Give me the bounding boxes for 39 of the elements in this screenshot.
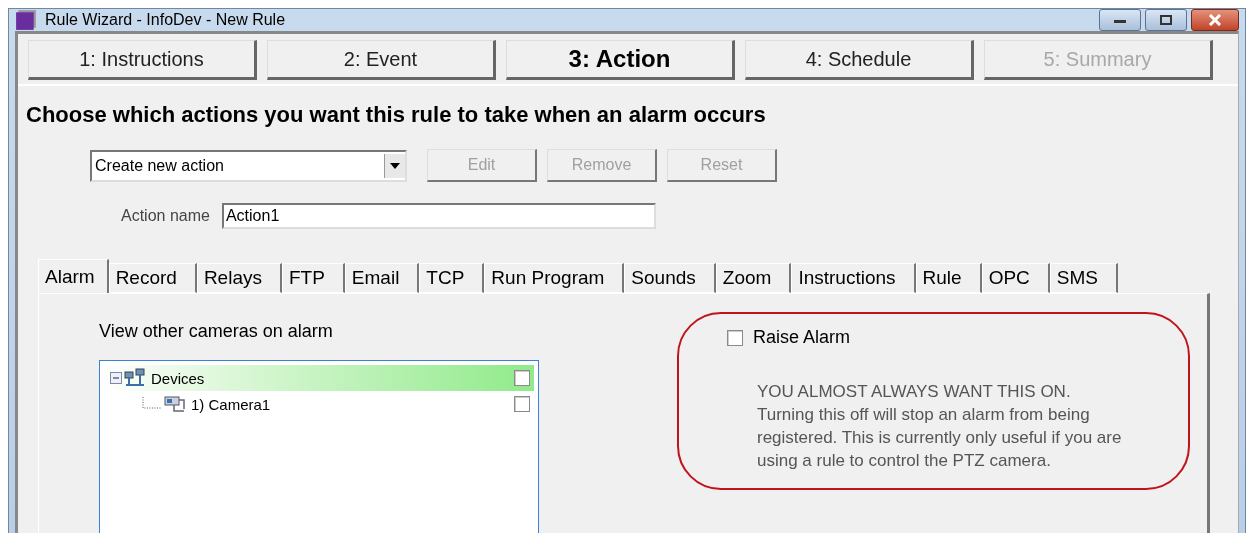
tab[interactable]: Rule (915, 263, 982, 293)
action-name-field[interactable]: Action1 (221, 203, 656, 229)
minimize-button[interactable] (1099, 9, 1141, 31)
tab[interactable]: Instructions (791, 263, 916, 293)
note-title: YOU ALMOST ALWAYS WANT THIS ON. (757, 381, 1072, 403)
window-title: Rule Wizard - InfoDev - New Rule (45, 11, 286, 29)
tab[interactable]: OPC (981, 263, 1050, 293)
tab[interactable]: TCP (419, 263, 485, 293)
camera-icon (164, 395, 186, 413)
dropdown-arrow-icon (390, 162, 400, 169)
network-icon (124, 368, 146, 388)
note-text: Turning this off will stop an alarm from being registered. This is currently only useful if you are using a rule to control the PTZ camera. (757, 404, 1123, 472)
checkbox[interactable] (514, 370, 530, 386)
checkbox[interactable] (727, 329, 743, 346)
wizard-step-button[interactable]: 3: Action (506, 40, 735, 80)
app-logo-icon (15, 9, 37, 31)
tab[interactable]: Run Program (484, 263, 625, 293)
close-button[interactable] (1191, 9, 1239, 31)
wizard-step-button[interactable]: 1: Instructions (28, 40, 257, 80)
tab[interactable]: Relays (196, 263, 282, 293)
wizard-step-button[interactable]: 4: Schedule (745, 40, 974, 80)
maximize-button[interactable] (1145, 9, 1187, 31)
tab[interactable]: Email (344, 263, 420, 293)
collapse-icon[interactable] (110, 372, 122, 384)
tab[interactable]: SMS (1049, 263, 1118, 293)
wizard-step-button[interactable]: 2: Event (267, 40, 496, 80)
action-dropdown[interactable]: Create new action (90, 149, 407, 182)
tab[interactable]: Sounds (624, 263, 716, 293)
tab[interactable]: FTP (281, 263, 345, 293)
section-label: View other cameras on alarm (99, 321, 334, 342)
tree-item[interactable]: 1) Camera1 (100, 391, 534, 417)
checkbox[interactable] (514, 396, 530, 412)
tab[interactable]: Zoom (715, 263, 792, 293)
field-label: Action name (121, 207, 210, 225)
checkbox-label: Raise Alarm (753, 327, 851, 348)
tree-connector-icon (142, 397, 162, 411)
tab[interactable]: Record (108, 263, 197, 293)
tab[interactable]: Alarm (38, 259, 109, 293)
page-heading: Choose which actions you want this rule to take when an alarm occurs (26, 102, 767, 128)
